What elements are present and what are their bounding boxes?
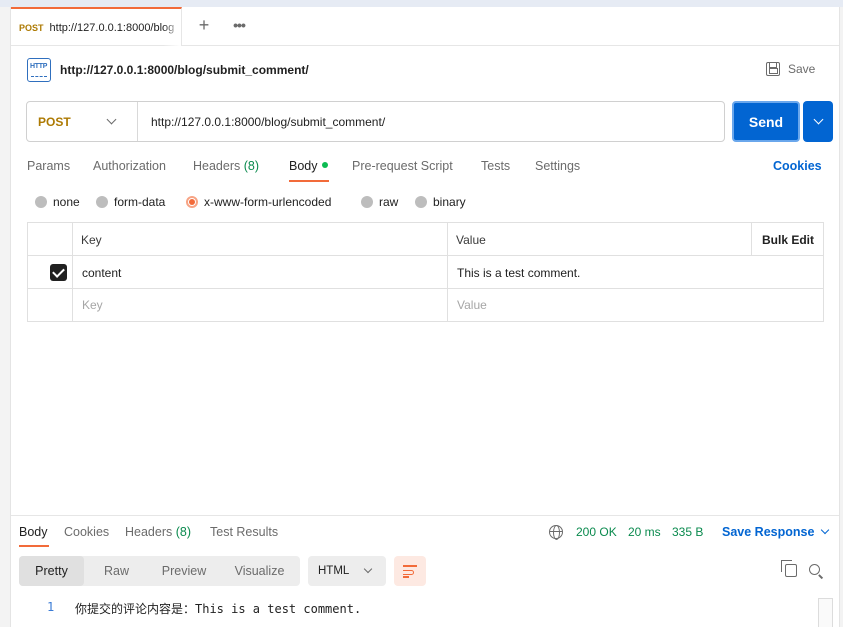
right-sidebar-edge [839,7,843,627]
view-pretty[interactable]: Pretty [19,556,84,586]
left-sidebar-edge [0,7,11,627]
body-indicator-dot [321,162,328,168]
cookies-link[interactable]: Cookies [773,159,822,173]
row-enabled-checkbox[interactable] [50,264,67,281]
view-preview[interactable]: Preview [149,556,219,586]
view-mode-segmented: Pretty Raw Preview Visualize [19,556,300,586]
new-key-input[interactable]: Key [82,298,103,312]
wrap-lines-button[interactable] [394,556,426,586]
radio-form-data[interactable]: form-data [96,195,165,209]
radio-dot [35,196,47,208]
url-input[interactable]: http://127.0.0.1:8000/blog/submit_commen… [151,115,385,129]
tab-pre-request-script[interactable]: Pre-request Script [352,159,453,173]
status-code[interactable]: 200 OK [576,525,617,539]
response-headers-count: (8) [175,525,192,539]
window-top-strip [0,0,843,7]
radio-raw-label: raw [379,195,399,209]
params-table: Key Value Bulk Edit content This is a te… [27,222,824,322]
radio-dot-selected [186,196,198,208]
chevron-down-icon [364,564,373,574]
request-tab-method: POST [19,22,44,33]
row-key-input[interactable]: content [82,266,121,280]
response-tab-test-results[interactable]: Test Results [210,525,278,539]
search-icon[interactable] [809,564,820,575]
url-bar: POST http://127.0.0.1:8000/blog/submit_c… [26,101,725,142]
radio-dot [361,196,373,208]
headers-count: (8) [243,159,260,173]
response-size[interactable]: 335 B [672,525,703,539]
method-select[interactable]: POST [27,102,138,141]
chevron-down-icon [813,114,823,125]
tab-fade [163,9,181,46]
view-raw[interactable]: Raw [84,556,149,586]
request-title[interactable]: http://127.0.0.1:8000/blog/submit_commen… [60,63,309,77]
format-select[interactable]: HTML [308,556,386,586]
send-options-button[interactable] [803,101,833,142]
row-value-input[interactable]: This is a test comment. [457,266,580,280]
line-number: 1 [47,600,55,614]
globe-icon[interactable] [549,525,563,540]
bulk-edit-button[interactable]: Bulk Edit [762,233,814,247]
plus-icon[interactable]: + [195,16,213,36]
format-value: HTML [318,565,350,577]
tab-headers[interactable]: Headers (8) [193,159,259,173]
radio-form-data-label: form-data [114,195,166,209]
request-tab[interactable]: POST http://127.0.0.1:8000/blog [11,7,182,46]
radio-urlencoded-label: x-www-form-urlencoded [204,195,332,209]
column-divider [751,223,752,256]
copy-icon[interactable] [781,560,797,577]
http-request-icon: HTTP [27,58,51,82]
response-time[interactable]: 20 ms [628,525,661,539]
tab-params[interactable]: Params [27,159,70,173]
column-divider [447,223,448,321]
response-divider[interactable] [11,515,839,516]
tab-body-label: Body [289,159,318,173]
tab-tests[interactable]: Tests [481,159,510,173]
tab-settings[interactable]: Settings [535,159,580,173]
column-divider [72,223,73,321]
wrap-icon-curve [403,570,414,575]
radio-dot [415,196,427,208]
response-headers-label: Headers [125,525,173,539]
chevron-down-icon [821,525,830,535]
save-button[interactable]: Save [766,62,815,76]
tab-bar: POST http://127.0.0.1:8000/blog + ••• [11,7,839,46]
value-column-header: Value [456,233,486,247]
radio-dot [96,196,108,208]
response-body-line[interactable]: 你提交的评论内容是：This is a test comment. [75,600,361,617]
response-tab-headers[interactable]: Headers (8) [125,525,191,539]
table-row-empty: Key Value [28,289,823,322]
save-label: Save [788,62,816,76]
radio-urlencoded[interactable]: x-www-form-urlencoded [186,195,331,209]
send-button[interactable]: Send [732,101,800,142]
key-column-header: Key [81,233,102,247]
response-tab-body[interactable]: Body [19,525,48,539]
view-visualize[interactable]: Visualize [219,556,300,586]
radio-binary[interactable]: binary [415,195,466,209]
http-icon-text: HTTP [30,63,48,70]
chevron-down-icon [106,114,117,125]
response-active-underline [19,545,49,547]
active-tab-underline [289,180,329,182]
scrollbar[interactable] [818,598,833,627]
request-tab-url: http://127.0.0.1:8000/blog [49,21,175,34]
radio-raw[interactable]: raw [361,195,398,209]
more-icon[interactable]: ••• [229,16,249,36]
radio-none-label: none [53,195,80,209]
save-response-button[interactable]: Save Response [722,525,830,539]
response-tab-cookies[interactable]: Cookies [64,525,109,539]
radio-binary-label: binary [433,195,466,209]
radio-none[interactable]: none [35,195,80,209]
tab-headers-label: Headers [193,159,241,173]
wrap-icon [403,565,417,567]
method-value: POST [38,114,71,129]
wrap-icon-tail [403,576,409,578]
table-header-row: Key Value Bulk Edit [28,223,823,256]
save-icon [766,62,780,76]
save-response-label: Save Response [722,525,815,539]
tab-authorization[interactable]: Authorization [93,159,166,173]
tab-body[interactable]: Body [289,159,328,173]
new-value-input[interactable]: Value [457,298,487,312]
table-row: content This is a test comment. [28,256,823,289]
